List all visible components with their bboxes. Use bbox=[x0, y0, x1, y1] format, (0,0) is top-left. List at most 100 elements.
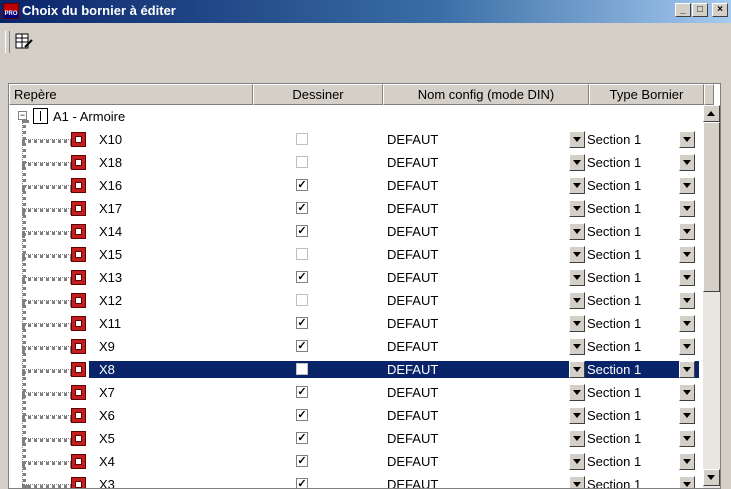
nom-config-dropdown-button[interactable] bbox=[569, 384, 585, 401]
nom-config-dropdown-button[interactable] bbox=[569, 177, 585, 194]
type-bornier-cell[interactable]: Section 1 bbox=[587, 292, 641, 309]
table-row[interactable]: X10 DEFAUT Section 1 bbox=[9, 128, 714, 151]
vertical-scrollbar[interactable] bbox=[703, 105, 720, 488]
type-bornier-dropdown-button[interactable] bbox=[679, 453, 695, 470]
nom-config-dropdown-button[interactable] bbox=[569, 131, 585, 148]
type-bornier-dropdown-button[interactable] bbox=[679, 177, 695, 194]
nom-config-cell[interactable]: DEFAUT bbox=[387, 453, 438, 470]
dessiner-checkbox[interactable] bbox=[296, 156, 308, 168]
nom-config-dropdown-button[interactable] bbox=[569, 338, 585, 355]
type-bornier-cell[interactable]: Section 1 bbox=[587, 269, 641, 286]
dessiner-checkbox[interactable]: ✓ bbox=[296, 225, 308, 237]
type-bornier-dropdown-button[interactable] bbox=[679, 269, 695, 286]
nom-config-dropdown-button[interactable] bbox=[569, 154, 585, 171]
type-bornier-cell[interactable]: Section 1 bbox=[587, 407, 641, 424]
table-row[interactable]: X11 ✓ DEFAUT Section 1 bbox=[9, 312, 714, 335]
nom-config-dropdown-button[interactable] bbox=[569, 315, 585, 332]
type-bornier-cell[interactable]: Section 1 bbox=[587, 361, 641, 378]
collapse-icon[interactable]: − bbox=[18, 111, 27, 120]
table-row[interactable]: X8 DEFAUT Section 1 bbox=[9, 358, 714, 381]
dessiner-checkbox[interactable]: ✓ bbox=[296, 271, 308, 283]
type-bornier-cell[interactable]: Section 1 bbox=[587, 384, 641, 401]
nom-config-dropdown-button[interactable] bbox=[569, 292, 585, 309]
type-bornier-dropdown-button[interactable] bbox=[679, 292, 695, 309]
nom-config-cell[interactable]: DEFAUT bbox=[387, 177, 438, 194]
app-icon[interactable]: PRO bbox=[3, 3, 19, 19]
nom-config-dropdown-button[interactable] bbox=[569, 246, 585, 263]
type-bornier-cell[interactable]: Section 1 bbox=[587, 200, 641, 217]
table-row[interactable]: X15 DEFAUT Section 1 bbox=[9, 243, 714, 266]
column-header-type-bornier[interactable]: Type Bornier bbox=[589, 84, 704, 105]
nom-config-cell[interactable]: DEFAUT bbox=[387, 407, 438, 424]
table-row[interactable]: X12 DEFAUT Section 1 bbox=[9, 289, 714, 312]
type-bornier-dropdown-button[interactable] bbox=[679, 315, 695, 332]
nom-config-cell[interactable]: DEFAUT bbox=[387, 315, 438, 332]
type-bornier-dropdown-button[interactable] bbox=[679, 246, 695, 263]
nom-config-cell[interactable]: DEFAUT bbox=[387, 292, 438, 309]
nom-config-dropdown-button[interactable] bbox=[569, 361, 585, 378]
nom-config-dropdown-button[interactable] bbox=[569, 430, 585, 447]
type-bornier-cell[interactable]: Section 1 bbox=[587, 430, 641, 447]
table-row[interactable]: X9 ✓ DEFAUT Section 1 bbox=[9, 335, 714, 358]
table-row[interactable]: X4 ✓ DEFAUT Section 1 bbox=[9, 450, 714, 473]
type-bornier-cell[interactable]: Section 1 bbox=[587, 246, 641, 263]
type-bornier-dropdown-button[interactable] bbox=[679, 407, 695, 424]
dessiner-checkbox[interactable]: ✓ bbox=[296, 340, 308, 352]
type-bornier-cell[interactable]: Section 1 bbox=[587, 338, 641, 355]
type-bornier-cell[interactable]: Section 1 bbox=[587, 315, 641, 332]
dessiner-checkbox[interactable]: ✓ bbox=[296, 202, 308, 214]
column-header-nom-config[interactable]: Nom config (mode DIN) bbox=[383, 84, 589, 105]
tree-root-row[interactable]: − A1 - Armoire bbox=[9, 105, 714, 128]
nom-config-cell[interactable]: DEFAUT bbox=[387, 338, 438, 355]
nom-config-cell[interactable]: DEFAUT bbox=[387, 200, 438, 217]
type-bornier-cell[interactable]: Section 1 bbox=[587, 223, 641, 240]
table-row[interactable]: X13 ✓ DEFAUT Section 1 bbox=[9, 266, 714, 289]
table-row[interactable]: X17 ✓ DEFAUT Section 1 bbox=[9, 197, 714, 220]
nom-config-dropdown-button[interactable] bbox=[569, 453, 585, 470]
maximize-button[interactable]: □ bbox=[692, 3, 708, 17]
nom-config-cell[interactable]: DEFAUT bbox=[387, 361, 438, 378]
table-row[interactable]: X18 DEFAUT Section 1 bbox=[9, 151, 714, 174]
dessiner-checkbox[interactable] bbox=[296, 248, 308, 260]
dessiner-checkbox[interactable]: ✓ bbox=[296, 409, 308, 421]
type-bornier-dropdown-button[interactable] bbox=[679, 361, 695, 378]
nom-config-cell[interactable]: DEFAUT bbox=[387, 246, 438, 263]
edit-terminal-icon[interactable] bbox=[14, 31, 34, 51]
scroll-thumb[interactable] bbox=[703, 122, 720, 292]
nom-config-cell[interactable]: DEFAUT bbox=[387, 154, 438, 171]
type-bornier-dropdown-button[interactable] bbox=[679, 223, 695, 240]
table-row[interactable]: X14 ✓ DEFAUT Section 1 bbox=[9, 220, 714, 243]
type-bornier-dropdown-button[interactable] bbox=[679, 430, 695, 447]
scroll-down-button[interactable] bbox=[703, 469, 720, 486]
nom-config-dropdown-button[interactable] bbox=[569, 200, 585, 217]
nom-config-cell[interactable]: DEFAUT bbox=[387, 269, 438, 286]
dessiner-checkbox[interactable]: ✓ bbox=[296, 317, 308, 329]
scroll-up-button[interactable] bbox=[703, 105, 720, 122]
dessiner-checkbox[interactable]: ✓ bbox=[296, 386, 308, 398]
table-row[interactable]: X3 ✓ DEFAUT Section 1 bbox=[9, 473, 714, 488]
nom-config-cell[interactable]: DEFAUT bbox=[387, 384, 438, 401]
dessiner-checkbox[interactable]: ✓ bbox=[296, 455, 308, 467]
nom-config-dropdown-button[interactable] bbox=[569, 223, 585, 240]
nom-config-dropdown-button[interactable] bbox=[569, 476, 585, 488]
type-bornier-dropdown-button[interactable] bbox=[679, 154, 695, 171]
nom-config-dropdown-button[interactable] bbox=[569, 269, 585, 286]
dessiner-checkbox[interactable]: ✓ bbox=[296, 478, 308, 488]
type-bornier-dropdown-button[interactable] bbox=[679, 384, 695, 401]
table-row[interactable]: X16 ✓ DEFAUT Section 1 bbox=[9, 174, 714, 197]
dessiner-checkbox[interactable] bbox=[296, 294, 308, 306]
type-bornier-dropdown-button[interactable] bbox=[679, 131, 695, 148]
toolbar-grip[interactable] bbox=[5, 31, 10, 53]
nom-config-cell[interactable]: DEFAUT bbox=[387, 476, 438, 488]
table-row[interactable]: X5 ✓ DEFAUT Section 1 bbox=[9, 427, 714, 450]
type-bornier-dropdown-button[interactable] bbox=[679, 200, 695, 217]
close-button[interactable]: × bbox=[712, 3, 728, 17]
dessiner-checkbox[interactable]: ✓ bbox=[296, 179, 308, 191]
type-bornier-cell[interactable]: Section 1 bbox=[587, 131, 641, 148]
table-row[interactable]: X6 ✓ DEFAUT Section 1 bbox=[9, 404, 714, 427]
nom-config-cell[interactable]: DEFAUT bbox=[387, 223, 438, 240]
table-row[interactable]: X7 ✓ DEFAUT Section 1 bbox=[9, 381, 714, 404]
column-header-repere[interactable]: Repère bbox=[9, 84, 253, 105]
type-bornier-cell[interactable]: Section 1 bbox=[587, 154, 641, 171]
dessiner-checkbox[interactable]: ✓ bbox=[296, 432, 308, 444]
